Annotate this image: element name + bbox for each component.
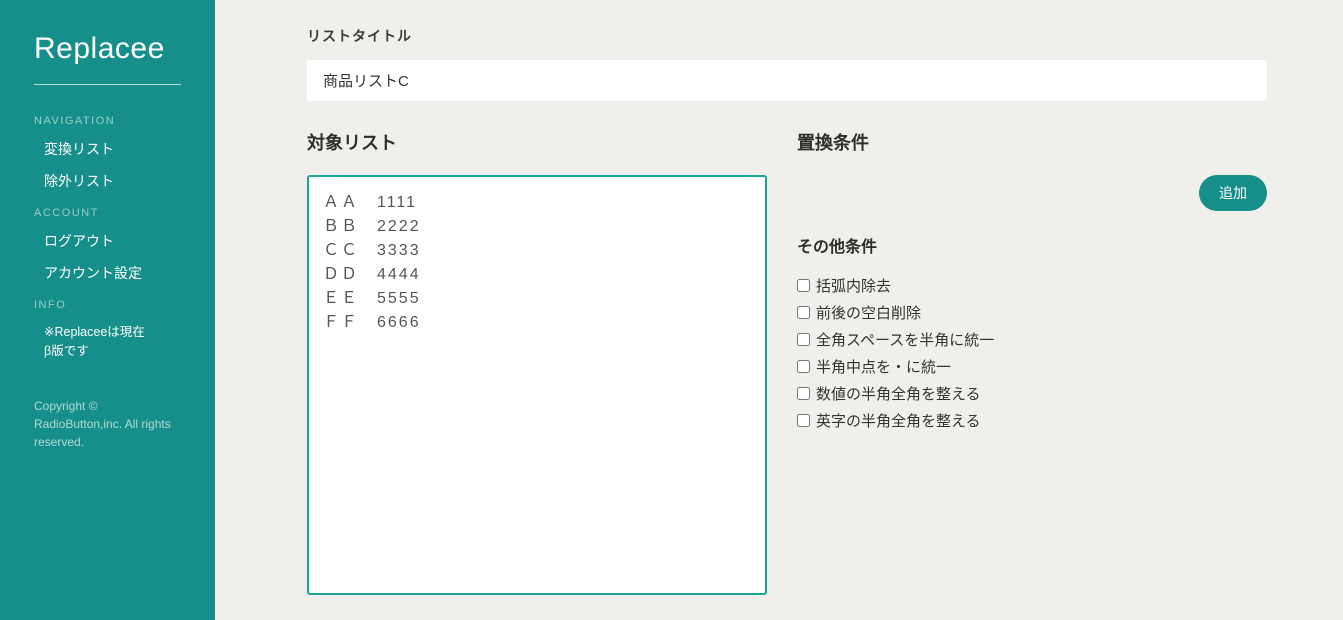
checkbox-label[interactable]: 括弧内除去 xyxy=(816,275,891,296)
list-title-label: リストタイトル xyxy=(307,26,1283,46)
nav-heading-account: ACCOUNT xyxy=(0,197,215,225)
checkbox-row-letters-width: 英字の半角全角を整える xyxy=(797,410,1267,431)
main-content: リストタイトル 対象リスト 置換条件 追加 その他条件 括弧内除去 前後の空白削… xyxy=(215,0,1343,620)
nav-heading-navigation: NAVIGATION xyxy=(0,105,215,133)
checkbox-label[interactable]: 数値の半角全角を整える xyxy=(816,383,981,404)
checkbox-numbers-width[interactable] xyxy=(797,387,810,400)
checkbox-letters-width[interactable] xyxy=(797,414,810,427)
checkbox-label[interactable]: 英字の半角全角を整える xyxy=(816,410,981,431)
nav-item-exclusion-list[interactable]: 除外リスト xyxy=(0,165,215,197)
checkbox-label[interactable]: 前後の空白削除 xyxy=(816,302,921,323)
checkbox-row-middle-dot: 半角中点を・に統一 xyxy=(797,356,1267,377)
checkbox-label[interactable]: 半角中点を・に統一 xyxy=(816,356,951,377)
brand-title: Replacee xyxy=(0,24,215,84)
checkbox-row-fullwidth-space: 全角スペースを半角に統一 xyxy=(797,329,1267,350)
copyright-text: Copyright © RadioButton,inc. All rights … xyxy=(0,367,215,457)
target-list-label: 対象リスト xyxy=(307,129,767,155)
other-conditions-label: その他条件 xyxy=(797,233,1267,257)
checkbox-fullwidth-space[interactable] xyxy=(797,333,810,346)
checkbox-trim-whitespace[interactable] xyxy=(797,306,810,319)
nav-item-logout[interactable]: ログアウト xyxy=(0,225,215,257)
info-beta-note: ※Replaceeは現在β版です xyxy=(0,317,180,367)
replace-conditions-column: 置換条件 追加 その他条件 括弧内除去 前後の空白削除 全角スペースを半角に統一… xyxy=(797,129,1267,600)
checkbox-row-numbers-width: 数値の半角全角を整える xyxy=(797,383,1267,404)
checkbox-row-remove-brackets: 括弧内除去 xyxy=(797,275,1267,296)
nav-heading-info: INFO xyxy=(0,289,215,317)
add-button[interactable]: 追加 xyxy=(1199,175,1267,211)
target-list-textarea[interactable] xyxy=(307,175,767,595)
brand-divider xyxy=(34,84,181,85)
checkbox-label[interactable]: 全角スペースを半角に統一 xyxy=(816,329,994,350)
checkbox-row-trim-whitespace: 前後の空白削除 xyxy=(797,302,1267,323)
list-title-input[interactable] xyxy=(307,60,1267,101)
checkbox-remove-brackets[interactable] xyxy=(797,279,810,292)
replace-conditions-label: 置換条件 xyxy=(797,129,1267,155)
nav-item-account-settings[interactable]: アカウント設定 xyxy=(0,257,215,289)
target-list-column: 対象リスト xyxy=(307,129,767,600)
checkbox-middle-dot[interactable] xyxy=(797,360,810,373)
nav-item-conversion-list[interactable]: 変換リスト xyxy=(0,133,215,165)
sidebar: Replacee NAVIGATION 変換リスト 除外リスト ACCOUNT … xyxy=(0,0,215,620)
